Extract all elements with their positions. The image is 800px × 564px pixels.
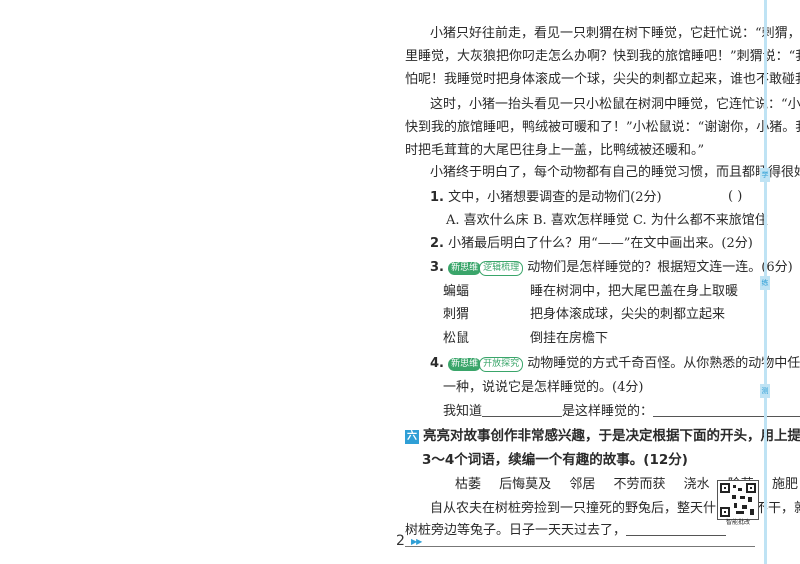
logic-tag: 逻辑梳理 bbox=[479, 261, 524, 276]
question-text: 一种，说说它是怎样睡觉的。(4分) bbox=[443, 380, 644, 395]
story-line: 时把毛茸茸的大尾巴往身上一盖，比鸭绒被还暖和。” bbox=[405, 143, 705, 158]
new-thinking-tag: 新思维 bbox=[448, 262, 482, 275]
workbook-page: 小猪只好往前走，看见一只刺猬在树下睡觉，它赶忙说：“刺猬，你在这 里睡觉，大灰狼… bbox=[0, 0, 800, 564]
word-item: 浇水 bbox=[683, 477, 710, 492]
animal-item[interactable]: 刺猬 bbox=[443, 306, 469, 323]
method-item[interactable]: 睡在树洞中，把大尾巴盖在身上取暖 bbox=[530, 283, 738, 300]
story-line: 这时，小猪一抬头看见一只小松鼠在树洞中睡觉，它连忙说：“小松鼠， bbox=[430, 97, 800, 112]
side-tab-practice[interactable]: 练 bbox=[760, 276, 770, 290]
story-line: 小猪终于明白了，每个动物都有自己的睡觉习惯，而且都睡得很好。 bbox=[430, 165, 800, 180]
section-badge: 六 bbox=[405, 430, 419, 444]
open-explore-tag: 开放探究 bbox=[479, 357, 524, 372]
writing-blank[interactable] bbox=[626, 522, 727, 536]
question-number: 3. bbox=[430, 260, 444, 275]
option-a[interactable]: A. 喜欢什么床 bbox=[446, 212, 529, 229]
qr-code-icon bbox=[720, 483, 756, 517]
story-start: 树桩旁边等兔子。日子一天天过去了， bbox=[405, 522, 727, 539]
method-item[interactable]: 倒挂在房檐下 bbox=[530, 330, 608, 347]
story-line: 里睡觉，大灰狼把你叼走怎么办啊？快到我的旅馆睡吧！”刺猬说：“我才不 bbox=[405, 49, 800, 64]
story-line: 快到我的旅馆睡吧，鸭绒被可暖和了！”小松鼠说：“谢谢你，小猪。我睡觉 bbox=[405, 120, 800, 135]
page-number: 2 bbox=[396, 533, 405, 549]
qr-caption: 智能批改 bbox=[725, 519, 750, 526]
question-number: 2. bbox=[430, 236, 444, 251]
question-4: 4. 新思维 开放探究 动物睡觉的方式千奇百怪。从你熟悉的动物中任选 bbox=[430, 355, 800, 372]
word-item: 枯萎 bbox=[455, 477, 482, 492]
animal-item[interactable]: 松鼠 bbox=[443, 330, 469, 347]
word-item: 后悔莫及 bbox=[499, 477, 552, 492]
section-6-title: 六亮亮对故事创作非常感兴趣，于是决定根据下面的开头，用上提供的 bbox=[405, 428, 800, 444]
method-item[interactable]: 把身体滚成球，尖尖的刺都立起来 bbox=[530, 306, 725, 323]
answer-line: 我知道 是这样睡觉的： bbox=[443, 403, 800, 420]
question-text: 动物睡觉的方式千奇百怪。从你熟悉的动物中任选 bbox=[527, 356, 800, 371]
question-number: 1. bbox=[430, 190, 444, 205]
word-item: 邻居 bbox=[569, 477, 596, 492]
answer-blank[interactable] bbox=[653, 403, 800, 417]
answer-blank[interactable] bbox=[482, 403, 563, 417]
option-c[interactable]: C. 为什么都不来旅馆住 bbox=[633, 212, 768, 229]
story-line: 小猪只好往前走，看见一只刺猬在树下睡觉，它赶忙说：“刺猬，你在这 bbox=[430, 26, 800, 41]
answer-middle: 是这样睡觉的： bbox=[562, 404, 654, 419]
writing-line[interactable] bbox=[405, 546, 755, 547]
qr-code[interactable] bbox=[717, 480, 759, 520]
question-2: 2. 小猪最后明白了什么？用“——”在文中画出来。(2分) bbox=[430, 235, 753, 252]
side-tab-test[interactable]: 测 bbox=[760, 384, 770, 398]
question-text: 文中，小猪想要调查的是动物们(2分) bbox=[448, 190, 662, 205]
new-thinking-tag: 新思维 bbox=[448, 358, 482, 371]
question-text: 动物们是怎样睡觉的？根据短文连一连。(6分) bbox=[527, 260, 793, 275]
word-item: 施肥 bbox=[771, 477, 798, 492]
question-3: 3. 新思维 逻辑梳理 动物们是怎样睡觉的？根据短文连一连。(6分) bbox=[430, 259, 793, 276]
section-6-title-l2: 3～4个词语，续编一个有趣的故事。(12分) bbox=[422, 452, 688, 468]
answer-prefix: 我知道 bbox=[443, 404, 483, 419]
story-line: 怕呢！我睡觉时把身体滚成一个球，尖尖的刺都立起来，谁也不敢碰我！” bbox=[405, 72, 800, 87]
question-1: 1. 文中，小猪想要调查的是动物们(2分) bbox=[430, 189, 662, 206]
answer-bracket[interactable]: ( ) bbox=[728, 189, 742, 204]
side-tab-learn[interactable]: 学 bbox=[760, 168, 770, 182]
animal-item[interactable]: 蝙蝠 bbox=[443, 283, 469, 300]
page-arrows-icon: ▶▶ bbox=[411, 537, 422, 546]
question-text: 小猪最后明白了什么？用“——”在文中画出来。(2分) bbox=[448, 236, 753, 251]
word-item: 不劳而获 bbox=[613, 477, 666, 492]
question-number: 4. bbox=[430, 356, 444, 371]
option-b[interactable]: B. 喜欢怎样睡觉 bbox=[533, 212, 629, 229]
